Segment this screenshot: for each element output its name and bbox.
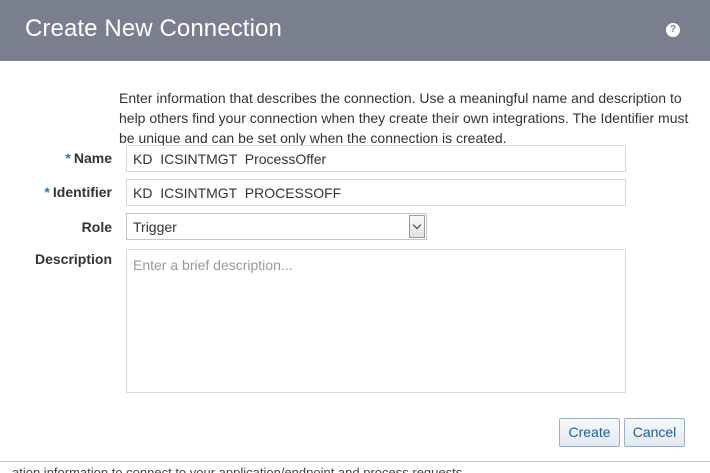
dialog-intro-text: Enter information that describes the con…: [119, 90, 689, 146]
role-selected-value: Trigger: [133, 219, 177, 235]
description-label: Description: [34, 251, 112, 267]
create-button[interactable]: Create: [559, 418, 620, 447]
chevron-down-icon[interactable]: [409, 215, 425, 238]
help-icon[interactable]: ?: [666, 23, 680, 37]
dialog-title: Create New Connection: [25, 15, 282, 42]
identifier-input[interactable]: [126, 179, 626, 206]
required-marker: *: [44, 184, 50, 200]
cancel-button[interactable]: Cancel: [624, 418, 685, 447]
description-textarea[interactable]: [126, 249, 626, 393]
create-connection-dialog: Create New Connection ? Enter informatio…: [0, 0, 710, 462]
name-input[interactable]: [126, 145, 626, 172]
identifier-label: * Identifier: [44, 184, 112, 200]
name-label: * Name: [65, 150, 112, 166]
role-label: Role: [81, 219, 112, 235]
role-select[interactable]: Trigger: [126, 213, 427, 240]
dialog-titlebar: Create New Connection ?: [0, 0, 710, 61]
required-marker: *: [65, 150, 71, 166]
